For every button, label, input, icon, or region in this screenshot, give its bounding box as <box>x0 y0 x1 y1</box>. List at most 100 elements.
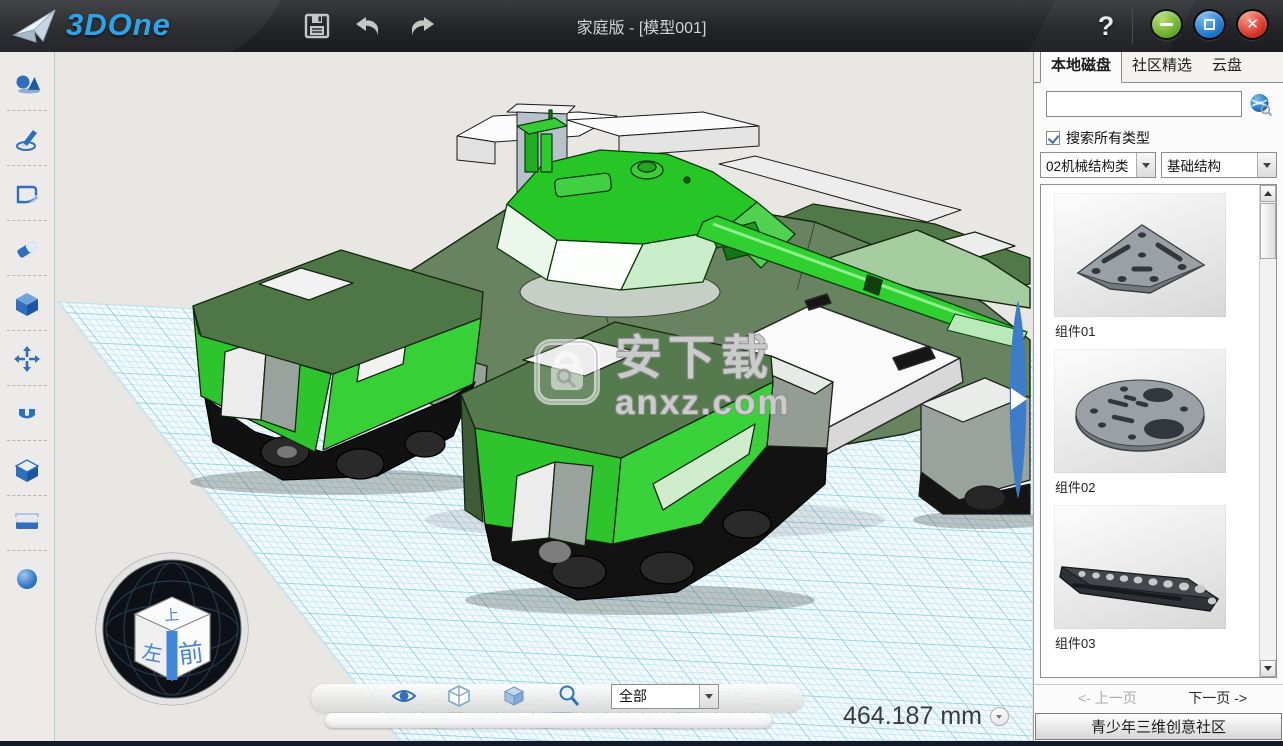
surface-icon <box>12 179 42 209</box>
sphere-icon <box>12 564 42 594</box>
undo-button[interactable] <box>352 9 386 43</box>
display-filter-dropdown[interactable]: 全部 <box>611 684 719 709</box>
eye-icon <box>391 685 417 707</box>
app-window: 3DOne <box>0 0 1283 746</box>
display-filter-value: 全部 <box>612 686 699 706</box>
view-cube[interactable]: 上 左 前 <box>95 550 250 708</box>
search-all-checkbox[interactable] <box>1046 131 1060 145</box>
community-button[interactable]: 青少年三维创意社区 <box>1035 713 1282 740</box>
open-box-icon <box>12 454 42 484</box>
minimize-icon <box>1160 23 1173 26</box>
tab-cloud-drive[interactable]: 云盘 <box>1202 48 1252 82</box>
next-page-button[interactable]: 下一页 -> <box>1188 688 1247 708</box>
undo-icon <box>354 12 384 40</box>
scroll-down-button[interactable] <box>1260 660 1276 677</box>
measurement-value: 464.187 mm <box>843 702 982 731</box>
globe-search-icon[interactable] <box>1248 92 1273 117</box>
move-arrows-icon <box>12 344 42 374</box>
component-02-thumbnail <box>1054 349 1226 473</box>
view-toolbar: 全部 <box>391 681 719 711</box>
tool-move[interactable] <box>4 331 50 386</box>
wireframe-view-button[interactable] <box>446 684 472 708</box>
redo-icon <box>406 12 436 40</box>
zoom-button[interactable] <box>556 684 582 708</box>
tool-render[interactable] <box>4 551 50 606</box>
scrollbar-thumb[interactable] <box>1260 203 1276 259</box>
close-button[interactable]: ✕ <box>1236 9 1269 40</box>
search-all-row: 搜索所有类型 <box>1046 128 1150 148</box>
category-dropdown[interactable]: 02机械结构类 <box>1040 152 1156 178</box>
dropdown-arrow-icon <box>699 685 718 708</box>
search-input[interactable] <box>1046 91 1242 117</box>
help-button[interactable]: ? <box>1088 8 1124 44</box>
save-button[interactable] <box>300 9 334 43</box>
minimize-button[interactable] <box>1150 9 1183 40</box>
list-item-component-02[interactable]: 组件02 <box>1054 349 1253 498</box>
tool-eraser[interactable] <box>4 221 50 276</box>
tool-combine[interactable] <box>4 441 50 496</box>
panel-tabs: 本地磁盘 社区精选 云盘 <box>1034 52 1283 83</box>
left-toolbar <box>0 52 55 741</box>
dropdown-arrow-icon <box>1257 153 1276 177</box>
primitives-icon <box>12 69 42 99</box>
cube-icon <box>12 289 42 319</box>
tool-primitives[interactable] <box>4 56 50 111</box>
shaded-view-button[interactable] <box>501 684 527 708</box>
viewport-3d[interactable]: 安下载 anxz.com <box>55 52 1033 741</box>
shaded-cube-icon <box>502 684 526 708</box>
library-panel: 本地磁盘 社区精选 云盘 搜索所有类型 <box>1033 52 1283 741</box>
tool-feature[interactable] <box>4 276 50 331</box>
component-01-thumbnail <box>1054 193 1226 317</box>
dropdown-arrow-icon <box>1136 153 1155 177</box>
cube-edge-highlight <box>167 631 178 680</box>
brand-text: 3DOne <box>66 7 171 43</box>
list-item-component-01[interactable]: 组件01 <box>1054 193 1253 342</box>
component-03-thumbnail <box>1054 505 1226 629</box>
paper-plane-icon <box>12 5 58 45</box>
magnifier-icon <box>557 684 581 708</box>
tool-magnet[interactable] <box>4 386 50 441</box>
component-label: 组件02 <box>1054 473 1253 498</box>
magnet-icon <box>12 399 42 429</box>
close-icon: ✕ <box>1246 17 1259 32</box>
list-scrollbar[interactable] <box>1259 185 1276 677</box>
cube-label-left[interactable]: 左 <box>140 641 164 667</box>
category-row: 02机械结构类 基础结构 <box>1040 152 1277 178</box>
bottom-slider-bar[interactable] <box>325 713 772 728</box>
component-label: 组件01 <box>1054 317 1253 342</box>
cube-label-front[interactable]: 前 <box>177 639 205 670</box>
arrow-down-icon <box>1264 666 1272 671</box>
component-list: 组件01 <box>1040 184 1277 678</box>
tool-align[interactable] <box>4 496 50 551</box>
maximize-button[interactable] <box>1193 9 1226 40</box>
tool-sketch[interactable] <box>4 111 50 166</box>
list-item-component-03[interactable]: 组件03 <box>1054 505 1253 654</box>
tab-community-featured[interactable]: 社区精选 <box>1122 48 1202 82</box>
subcategory-value: 基础结构 <box>1162 155 1257 175</box>
measure-bar-icon <box>12 509 42 539</box>
scroll-up-button[interactable] <box>1260 185 1276 202</box>
search-row <box>1046 90 1273 118</box>
save-icon <box>303 12 331 40</box>
tool-surface[interactable] <box>4 166 50 221</box>
tab-local-disk[interactable]: 本地磁盘 <box>1040 47 1122 83</box>
window-title: 家庭版 - [模型001] <box>0 0 1283 52</box>
titlebar-separator <box>1132 8 1133 44</box>
titlebar: 3DOne <box>0 0 1283 52</box>
wireframe-cube-icon <box>447 684 471 708</box>
unit-dropdown-button[interactable] <box>990 707 1009 726</box>
sketch-icon <box>12 124 42 154</box>
visibility-button[interactable] <box>391 684 417 708</box>
component-label: 组件03 <box>1054 629 1253 654</box>
cube-label-top[interactable]: 上 <box>164 607 180 625</box>
status-measurement: 464.187 mm <box>843 702 1009 731</box>
eraser-icon <box>12 234 42 264</box>
app-logo: 3DOne <box>12 5 171 45</box>
redo-button[interactable] <box>404 9 438 43</box>
prev-page-button[interactable]: <- 上一页 <box>1078 688 1137 708</box>
maximize-icon <box>1204 19 1215 30</box>
search-all-label: 搜索所有类型 <box>1066 128 1150 148</box>
arrow-up-icon <box>1264 191 1272 196</box>
subcategory-dropdown[interactable]: 基础结构 <box>1161 152 1277 178</box>
pagination: <- 上一页 下一页 -> <box>1034 684 1283 710</box>
